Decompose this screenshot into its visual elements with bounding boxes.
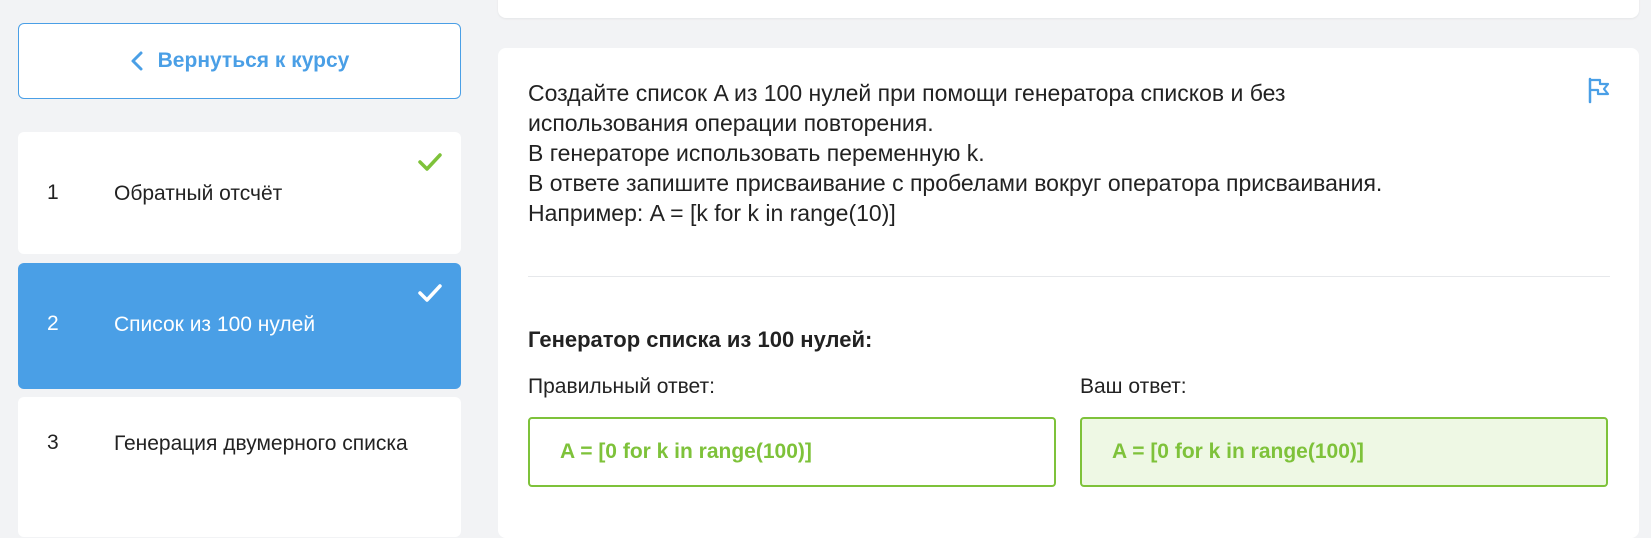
- task-line: В ответе запишите присваивание с пробела…: [528, 170, 1383, 196]
- chevron-left-icon: [130, 50, 144, 72]
- lesson-number: 1: [47, 181, 59, 204]
- lesson-item-3[interactable]: 3 Генерация двумерного списка: [18, 397, 461, 537]
- answer-heading: Генератор списка из 100 нулей:: [528, 327, 873, 352]
- flag-icon[interactable]: [1584, 76, 1612, 104]
- lesson-item-1[interactable]: 1 Обратный отсчёт: [18, 132, 461, 254]
- task-description: Создайте список A из 100 нулей при помощ…: [528, 78, 1548, 228]
- your-answer-box: A = [0 for k in range(100)]: [1080, 417, 1608, 487]
- task-line: использования операции повторения.: [528, 110, 934, 136]
- divider: [528, 276, 1610, 277]
- lesson-title: Обратный отсчёт: [114, 182, 283, 205]
- check-icon: [417, 152, 443, 177]
- task-line: Например: A = [k for k in range(10)]: [528, 200, 896, 226]
- lesson-number: 3: [47, 431, 59, 454]
- lesson-item-2-active[interactable]: 2 Список из 100 нулей: [18, 263, 461, 389]
- check-icon: [417, 283, 443, 308]
- back-to-course-label: Вернуться к курсу: [157, 49, 350, 72]
- previous-card: [498, 0, 1639, 18]
- correct-answer-label: Правильный ответ:: [528, 375, 715, 398]
- your-answer-label: Ваш ответ:: [1080, 375, 1187, 398]
- lesson-title: Список из 100 нулей: [114, 313, 316, 336]
- correct-answer-box: A = [0 for k in range(100)]: [528, 417, 1056, 487]
- task-card: Создайте список A из 100 нулей при помощ…: [498, 48, 1639, 538]
- back-to-course-button[interactable]: Вернуться к курсу: [18, 23, 461, 99]
- task-line: В генераторе использовать переменную k.: [528, 140, 985, 166]
- lesson-title: Генерация двумерного списка: [114, 432, 408, 455]
- task-line: Создайте список A из 100 нулей при помощ…: [528, 80, 1286, 106]
- lesson-number: 2: [47, 312, 59, 335]
